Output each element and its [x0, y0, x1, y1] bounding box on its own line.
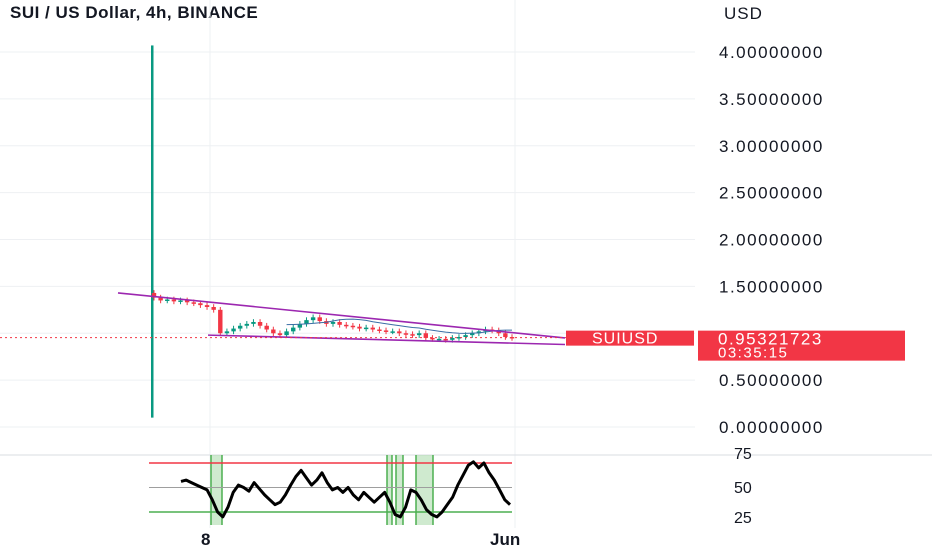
rsi-line [180, 460, 512, 519]
candle-body [443, 338, 448, 341]
candle-body [264, 325, 269, 330]
candle-body [231, 328, 236, 332]
y-tick-label: 4.00000000 [719, 43, 824, 62]
candle-body [363, 327, 369, 330]
y-tick-label: 0.00000000 [719, 418, 824, 437]
candle-body [317, 317, 322, 322]
candle-body [277, 333, 283, 336]
candle-body [390, 331, 395, 333]
candle-body [436, 338, 442, 341]
candle-body [430, 337, 435, 340]
candle-body [171, 299, 177, 302]
candle-body [244, 323, 250, 326]
y-tick-label: 3.50000000 [719, 90, 824, 109]
symbol-label: SUIUSD [592, 331, 658, 348]
candle-body [503, 333, 508, 337]
rsi-tick-label: 25 [734, 510, 752, 527]
candle-body [310, 317, 316, 321]
candle-body [191, 302, 196, 304]
candle-body [383, 330, 389, 332]
candle-body [370, 327, 375, 330]
countdown-label: 03:35:15 [718, 345, 788, 362]
candle-body [224, 331, 230, 334]
candle-body [397, 331, 402, 334]
candle-body [463, 335, 468, 337]
candle-body [204, 305, 210, 307]
candle-body [178, 300, 183, 302]
x-tick-label: Jun [490, 530, 520, 549]
candle-body [257, 322, 263, 326]
candle-body [377, 329, 382, 331]
candle-body [198, 303, 203, 306]
y-tick-label: 2.50000000 [719, 184, 824, 203]
y-tick-label: 2.00000000 [719, 231, 824, 250]
candle-body [403, 333, 409, 335]
y-tick-label: 1.50000000 [719, 277, 824, 296]
trendline [117, 292, 566, 339]
candle-body [291, 327, 296, 332]
candle-body [218, 309, 223, 334]
candle-body [344, 324, 349, 327]
launch-candle [151, 45, 154, 418]
candle-body [337, 322, 342, 325]
candle-body [330, 322, 336, 324]
candle-body [211, 307, 216, 310]
candle-body [284, 331, 289, 336]
candle-body [450, 337, 455, 340]
candle-body [416, 333, 422, 336]
candle-body [410, 334, 415, 336]
currency-label: USD [724, 4, 763, 23]
y-tick-label: 3.00000000 [719, 137, 824, 156]
candle-body [357, 326, 362, 329]
candle-body [350, 325, 356, 328]
candle-body [251, 322, 256, 324]
candle-body [237, 325, 243, 329]
price-chart[interactable]: USD 4.00000000 3.50000000 3.00000000 2.50000… [0, 0, 932, 550]
trendline [207, 334, 566, 346]
rsi-tick-label: 50 [734, 480, 752, 497]
candle-body [271, 329, 276, 334]
y-tick-label: 0.50000000 [719, 371, 824, 390]
rsi-tick-label: 75 [734, 446, 752, 463]
candle-body [165, 299, 170, 301]
x-tick-label: 8 [201, 530, 210, 549]
